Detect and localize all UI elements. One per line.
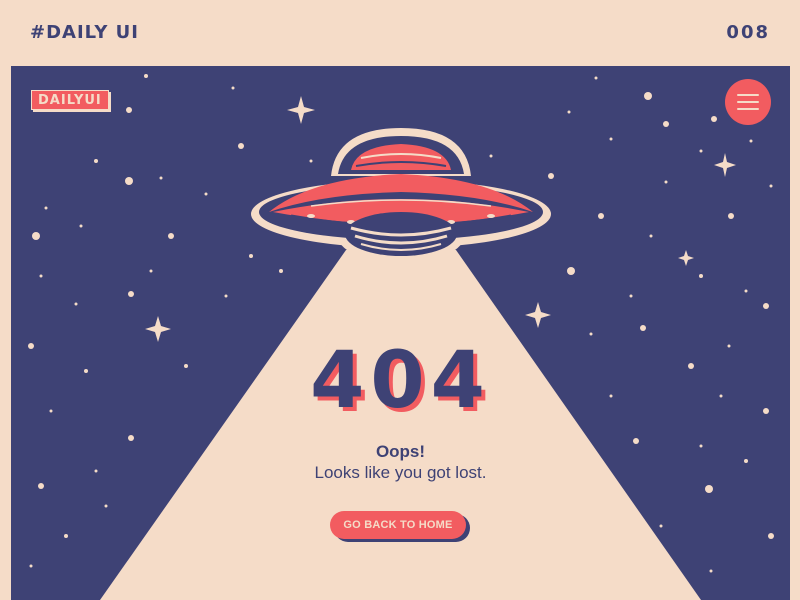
error-page-frame: DAILYUI 404 Oops! Looks like you got los… <box>11 66 790 600</box>
page: #DAILY UI 008 DAILYUI 404 Oops! Looks li… <box>0 0 800 600</box>
dailyui-logo[interactable]: DAILYUI <box>31 90 109 110</box>
hamburger-menu-icon <box>737 94 759 96</box>
error-heading: Oops! <box>375 442 426 461</box>
hamburger-menu-icon-bar <box>737 101 759 103</box>
go-back-home-button[interactable]: GO BACK TO HOME <box>330 511 466 539</box>
hamburger-menu-icon-bar <box>737 108 759 110</box>
ufo-icon <box>251 128 551 264</box>
error-code: 404 <box>310 336 491 426</box>
error-message: Looks like you got lost. <box>314 463 487 482</box>
menu-button[interactable] <box>725 79 771 125</box>
challenge-number: 008 <box>726 22 770 43</box>
daily-ui-tag: #DAILY UI <box>30 22 139 43</box>
